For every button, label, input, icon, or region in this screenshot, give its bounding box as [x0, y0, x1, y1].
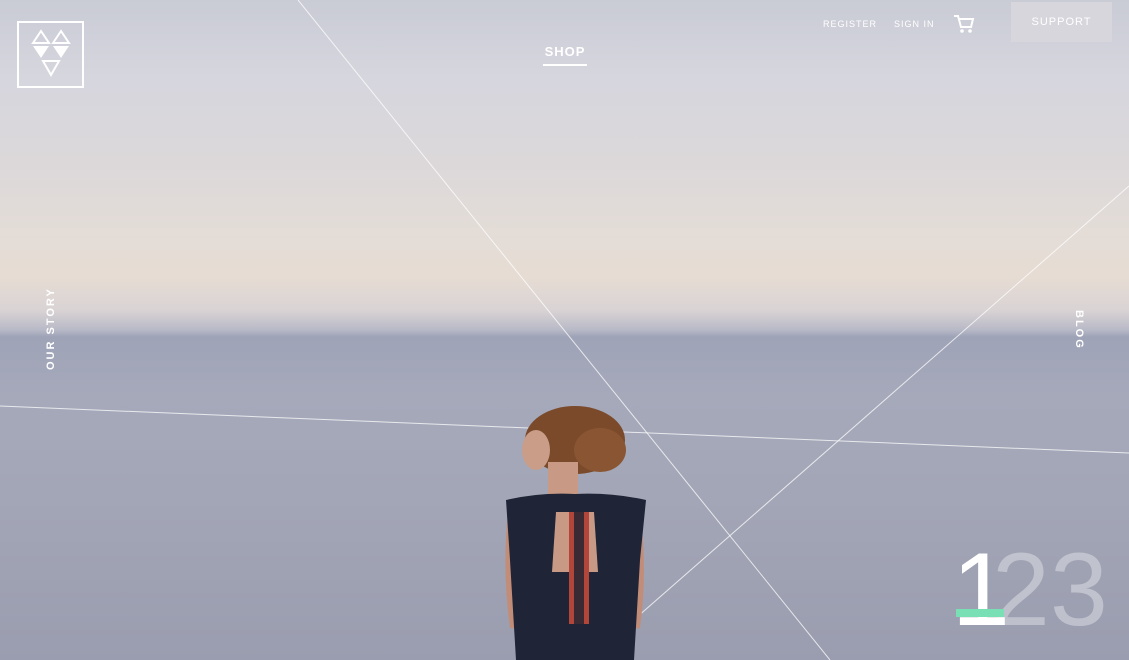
cart-icon: [954, 15, 975, 33]
pager-item-3[interactable]: 3: [1050, 538, 1108, 642]
pager-active-indicator: [956, 609, 1004, 617]
slide-pager: 2 3 1: [950, 538, 1120, 660]
register-link[interactable]: REGISTER: [823, 19, 877, 29]
brand-logo[interactable]: [17, 21, 84, 88]
nav-shop[interactable]: SHOP: [543, 44, 587, 66]
pager-item-1[interactable]: 1: [952, 538, 1010, 642]
support-button[interactable]: SUPPORT: [1011, 2, 1112, 42]
our-story-link[interactable]: OUR STORY: [45, 287, 57, 370]
cart-button[interactable]: [953, 14, 975, 39]
sign-in-link[interactable]: SIGN IN: [894, 19, 935, 29]
woman-figure: [505, 406, 646, 660]
triangle-heart-logo-icon: [31, 29, 71, 78]
blog-link[interactable]: BLOG: [1073, 310, 1085, 350]
